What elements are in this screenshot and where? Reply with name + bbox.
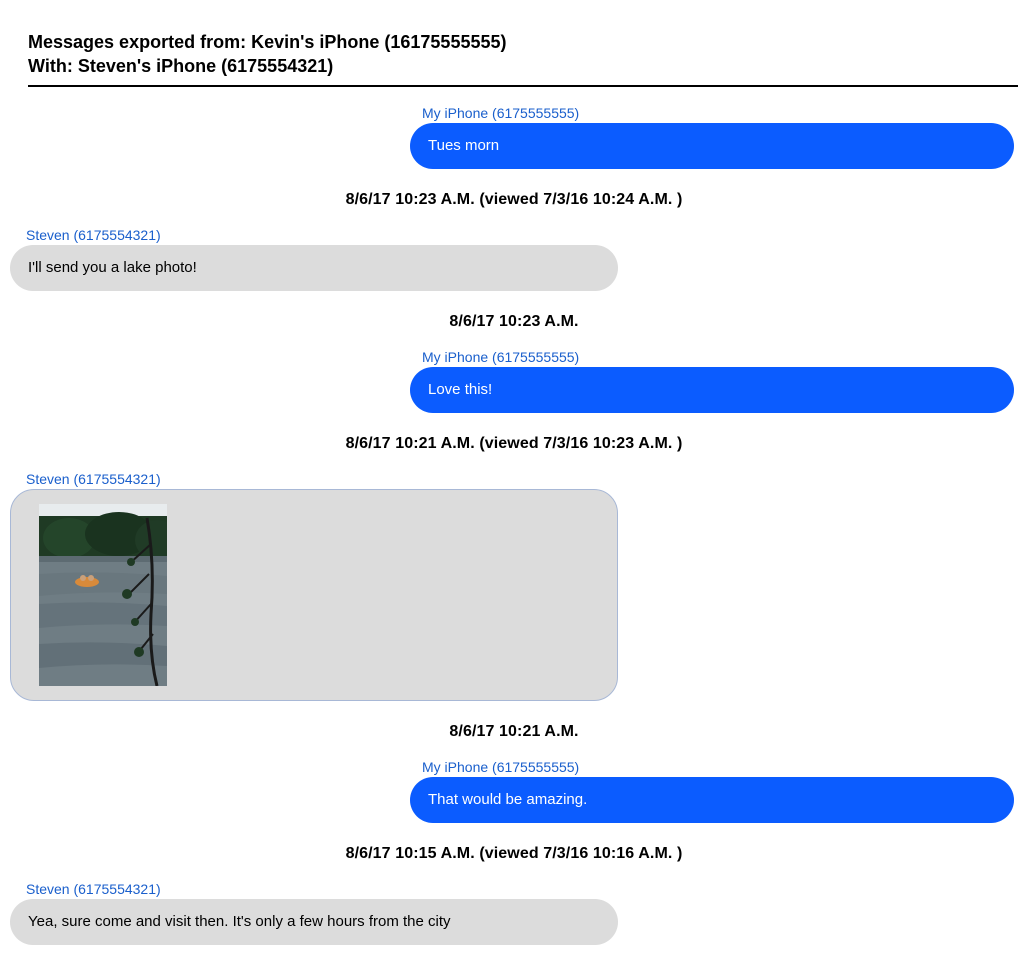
sender-label-out: My iPhone (6175555555) xyxy=(422,759,1018,775)
lake-photo-icon xyxy=(39,504,167,686)
message-bubble-photo xyxy=(10,489,618,701)
timestamp: 8/6/17 10:15 A.M. (viewed 7/3/16 10:16 A… xyxy=(10,845,1018,863)
timestamp: 8/6/17 10:21 A.M. xyxy=(10,723,1018,741)
message-bubble-out: That would be amazing. xyxy=(410,777,1014,823)
sender-label-in: Steven (6175554321) xyxy=(26,227,1018,243)
header-line-with: With: Steven's iPhone (6175554321) xyxy=(28,54,1018,78)
lake-photo-thumbnail xyxy=(39,504,167,686)
message-text: Tues morn xyxy=(428,137,499,154)
export-header: Messages exported from: Kevin's iPhone (… xyxy=(28,30,1018,87)
sender-label-out: My iPhone (6175555555) xyxy=(422,349,1018,365)
message-bubble-out: Tues morn xyxy=(410,123,1014,169)
timestamp: 8/6/17 10:23 A.M. (viewed 7/3/16 10:24 A… xyxy=(10,191,1018,209)
message-text: I'll send you a lake photo! xyxy=(28,259,197,276)
message-text: That would be amazing. xyxy=(428,791,587,808)
message-bubble-in: I'll send you a lake photo! xyxy=(10,245,618,291)
timestamp: 8/6/17 10:21 A.M. (viewed 7/3/16 10:23 A… xyxy=(10,435,1018,453)
timestamp: 8/6/17 10:23 A.M. xyxy=(10,313,1018,331)
header-line-from: Messages exported from: Kevin's iPhone (… xyxy=(28,30,1018,54)
message-bubble-out: Love this! xyxy=(410,367,1014,413)
message-text: Yea, sure come and visit then. It's only… xyxy=(28,913,451,930)
message-text: Love this! xyxy=(428,381,492,398)
sender-label-out: My iPhone (6175555555) xyxy=(422,105,1018,121)
sender-label-in: Steven (6175554321) xyxy=(26,881,1018,897)
message-bubble-in: Yea, sure come and visit then. It's only… xyxy=(10,899,618,945)
sender-label-in: Steven (6175554321) xyxy=(26,471,1018,487)
